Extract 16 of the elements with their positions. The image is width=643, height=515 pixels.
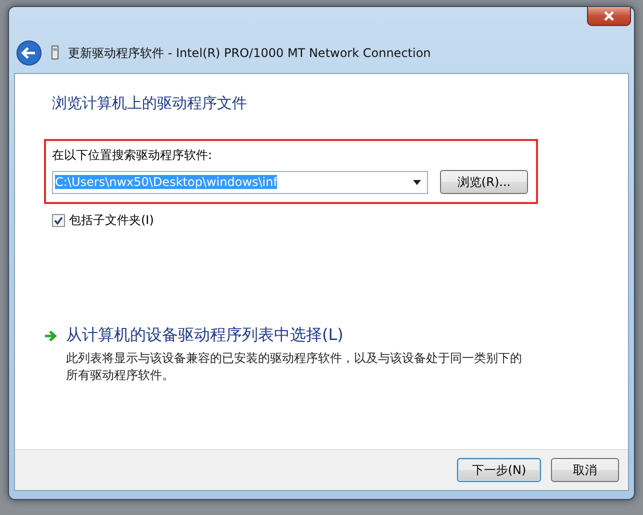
caret-icon [413,180,421,184]
window-title: 更新驱动程序软件 - Intel(R) PRO/1000 MT Network Connection [68,44,431,62]
option-link[interactable]: 从计算机的设备驱动程序列表中选择(L) [66,325,344,346]
dialog-button[interactable]: 下一步(N) [457,458,541,482]
checkbox-label: 包括子文件夹(I) [69,212,154,229]
back-button[interactable] [16,40,42,66]
checkbox[interactable] [52,214,65,227]
page-heading: 浏览计算机上的驱动程序文件 [52,94,248,113]
close-icon [603,11,615,21]
device-icon [50,45,60,61]
browse-button[interactable]: 浏览(R)... [440,170,528,194]
arrow-icon [44,330,58,342]
search-label: 在以下位置搜索驱动程序软件: [52,147,214,164]
dialog-button[interactable]: 取消 [551,458,619,482]
close-button[interactable] [587,7,631,26]
option-description: 此列表将显示与该设备兼容的已安装的驱动程序软件，以及与该设备处于同一类别下的所有驱动程序软件。 [66,350,523,384]
